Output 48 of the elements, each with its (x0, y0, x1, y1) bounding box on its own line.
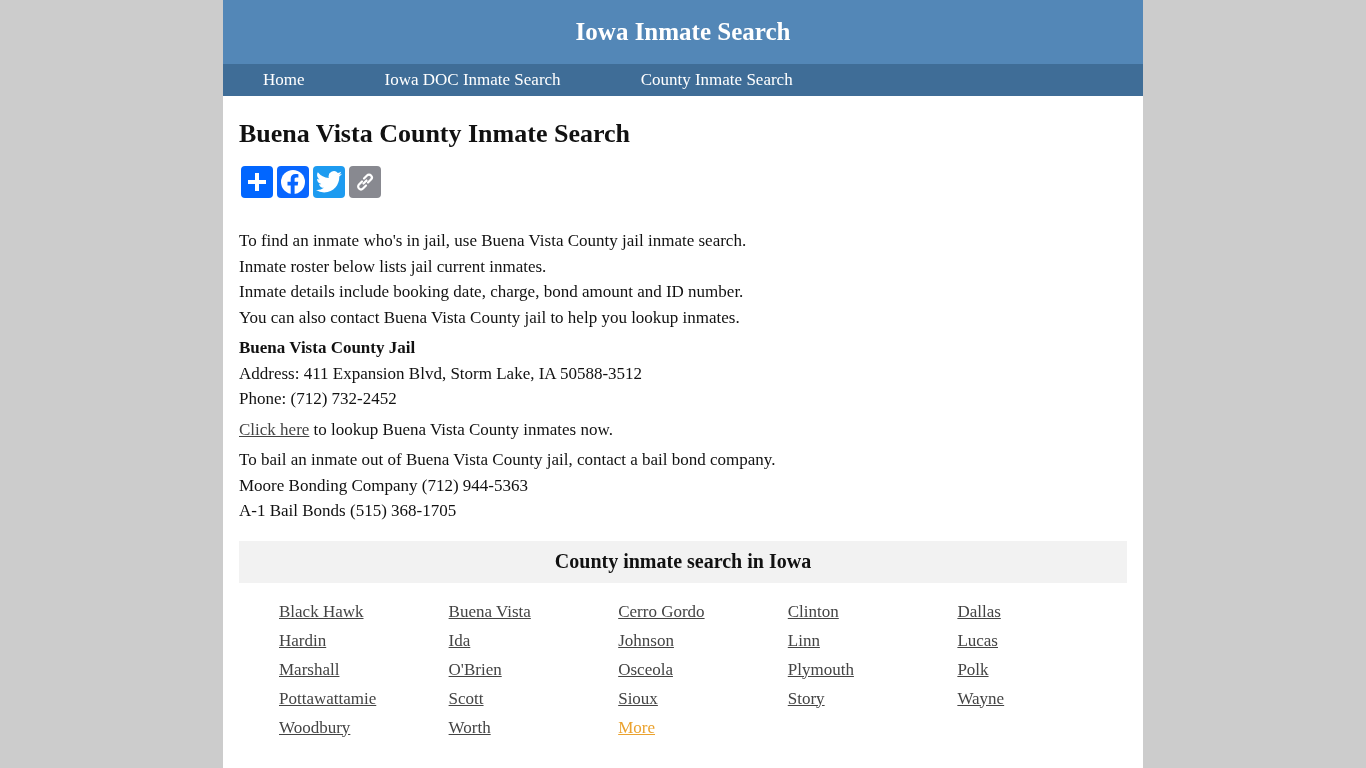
jail-phone: Phone: (712) 732-2452 (239, 388, 398, 410)
share-button[interactable] (241, 166, 273, 198)
chain-link-icon (354, 171, 376, 193)
county-link[interactable]: Dallas (957, 598, 1001, 624)
section-title: County inmate search in Iowa (554, 550, 812, 573)
county-link[interactable]: Buena Vista (448, 598, 531, 624)
intro-text: Inmate details include booking date, charge, bond amount and ID number. (239, 281, 745, 303)
intro-text: Inmate roster below lists jail current inmates. (239, 255, 548, 278)
county-link[interactable]: Osceola (618, 656, 673, 682)
facebook-share-button[interactable] (277, 166, 309, 198)
county-link[interactable]: O'Brien (448, 656, 502, 682)
county-link[interactable]: Ida (448, 627, 471, 653)
county-link[interactable]: Black Hawk (279, 598, 364, 624)
jail-address: Address: 411 Expansion Blvd, Storm Lake, IA 50588-3512 (239, 362, 644, 385)
intro-text: You can also contact Buena Vista County jail to help you lookup inmates. (239, 306, 741, 329)
bird-icon (316, 171, 342, 193)
county-link[interactable]: Pottawattamie (279, 685, 377, 711)
county-link[interactable]: Marshall (279, 656, 340, 682)
jail-name: Buena Vista County Jail (239, 337, 417, 359)
county-link[interactable]: Cerro Gordo (618, 598, 705, 624)
county-link[interactable]: Plymouth (787, 656, 854, 682)
plus-icon (246, 171, 268, 193)
bail-text: A-1 Bail Bonds (515) 368-1705 (239, 500, 458, 522)
county-link[interactable]: Scott (448, 685, 484, 711)
intro-text: To find an inmate who's in jail, use Buena Vista County jail inmate search. (239, 230, 748, 252)
bail-text: To bail an inmate out of Buena Vista County jail, contact a bail bond company. (239, 449, 777, 471)
nav-link[interactable]: Iowa DOC Inmate Search (344, 64, 601, 96)
lookup-text: Click here to lookup Buena Vista County inmates now. (239, 418, 614, 441)
nav-link[interactable]: County Inmate Search (600, 64, 833, 96)
county-link[interactable]: Sioux (618, 685, 658, 711)
county-link[interactable]: Johnson (618, 627, 674, 653)
copy-link-button[interactable] (349, 166, 381, 198)
bail-text: Moore Bonding Company (712) 944-5363 (239, 474, 529, 497)
nav-link[interactable]: Home (223, 64, 345, 96)
county-link[interactable]: Linn (787, 627, 820, 653)
county-link[interactable]: Hardin (279, 627, 327, 653)
facebook-icon (280, 169, 306, 195)
county-link[interactable]: Polk (957, 656, 989, 682)
twitter-share-button[interactable] (313, 166, 345, 198)
county-link[interactable]: Lucas (957, 627, 998, 653)
county-link[interactable]: Clinton (787, 598, 839, 624)
page-title: Buena Vista County Inmate Search (239, 118, 631, 150)
site-title: Iowa Inmate Search (575, 18, 791, 46)
county-link[interactable]: Worth (448, 714, 491, 740)
county-link[interactable]: Story (787, 685, 825, 711)
click-here-link[interactable]: Click here (239, 419, 310, 439)
county-link[interactable]: Woodbury (279, 714, 351, 740)
county-link[interactable]: Wayne (957, 685, 1005, 711)
